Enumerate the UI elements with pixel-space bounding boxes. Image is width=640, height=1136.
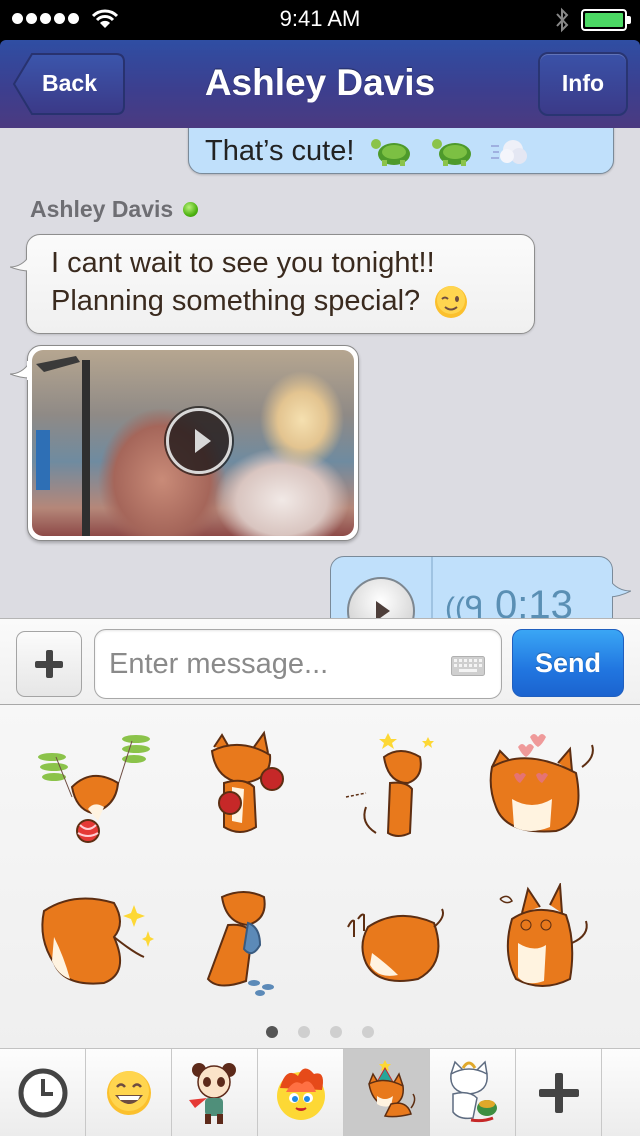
message-text-line: Planning something special? [51, 285, 468, 319]
bubble-tail [10, 254, 30, 273]
clock-icon [18, 1068, 67, 1118]
status-time: 9:41 AM [279, 6, 361, 31]
video-thumbnail [32, 350, 354, 536]
navigation-bar: Back Ashley Davis Info [0, 40, 640, 128]
voice-duration: ((ᑫ 0:13 [445, 583, 573, 618]
page-dot[interactable] [362, 1026, 374, 1038]
tab-corgi-pack[interactable] [344, 1049, 430, 1136]
voice-wave-icon: ((ᑫ [445, 592, 484, 618]
info-button[interactable]: Info [538, 52, 628, 116]
page-dot-active[interactable] [266, 1026, 278, 1038]
cat-sticker-icon [449, 1060, 497, 1123]
attach-plus-button[interactable] [16, 631, 82, 697]
sticker-tab-bar [0, 1048, 640, 1136]
sticker-page-indicator[interactable] [0, 1025, 640, 1043]
sender-name: Ashley Davis [30, 196, 199, 223]
message-input[interactable] [109, 644, 429, 684]
sticker-corgi-boxing[interactable] [184, 727, 304, 847]
fire-cat-sticker-icon [276, 1068, 325, 1120]
status-bar: 9:41 AM [0, 0, 640, 40]
message-text: That’s cute! [205, 135, 355, 167]
dash-emoji-icon [490, 140, 527, 165]
panda-sticker-icon [188, 1063, 236, 1124]
winking-face-emoji-icon [435, 286, 468, 319]
smiley-icon [106, 1071, 151, 1115]
bluetooth-icon [556, 7, 569, 33]
sticker-panel [0, 705, 640, 1049]
tab-emoji[interactable] [86, 1049, 172, 1136]
video-message[interactable] [10, 345, 359, 541]
voice-divider [431, 557, 433, 618]
page-dot[interactable] [298, 1026, 310, 1038]
sticker-corgi-sparkle-wink[interactable] [34, 883, 154, 1003]
tab-fire-cat-pack[interactable] [258, 1049, 344, 1136]
tab-panda-pack[interactable] [172, 1049, 258, 1136]
plus-icon [538, 1073, 579, 1113]
car-window-frame [36, 356, 90, 536]
message-field[interactable] [94, 629, 502, 699]
voice-message[interactable]: ((ᑫ 0:13 [330, 556, 631, 618]
online-status-icon [183, 201, 199, 217]
bubble-tail [10, 361, 30, 380]
tab-cat-noodles-pack[interactable] [430, 1049, 516, 1136]
tab-recent[interactable] [0, 1049, 86, 1136]
bubble-tail [609, 578, 631, 598]
sticker-corgi-confused[interactable] [486, 883, 606, 1003]
message-bubble-incoming[interactable]: I cant wait to see you tonight!! Plannin… [10, 234, 535, 334]
play-video-button[interactable] [166, 408, 232, 474]
message-text-line: I cant wait to see you tonight!! [51, 247, 435, 279]
sticker-corgi-dizzy-stars[interactable] [336, 727, 456, 847]
chat-thread[interactable]: That’s cute! Ashley Davis I cant wait to… [0, 128, 640, 618]
sticker-corgi-blue-toy[interactable] [188, 883, 308, 1003]
sticker-corgi-propeller-ball[interactable] [32, 727, 152, 847]
tab-add-pack[interactable] [516, 1049, 602, 1136]
keyboard-icon[interactable] [451, 656, 485, 676]
sticker-corgi-heart-eyes[interactable] [486, 727, 606, 847]
corgi-sticker-icon [367, 1060, 415, 1118]
sticker-corgi-singing[interactable] [338, 883, 458, 1003]
send-button[interactable]: Send [512, 629, 624, 697]
turtle-emoji-icon [371, 139, 411, 167]
turtle-emoji-icon [431, 139, 471, 167]
message-bubble-outgoing[interactable]: That’s cute! [188, 128, 614, 174]
composer-bar: Send [0, 618, 640, 705]
play-voice-button[interactable] [347, 577, 415, 618]
page-dot[interactable] [330, 1026, 342, 1038]
battery-icon [581, 9, 631, 31]
